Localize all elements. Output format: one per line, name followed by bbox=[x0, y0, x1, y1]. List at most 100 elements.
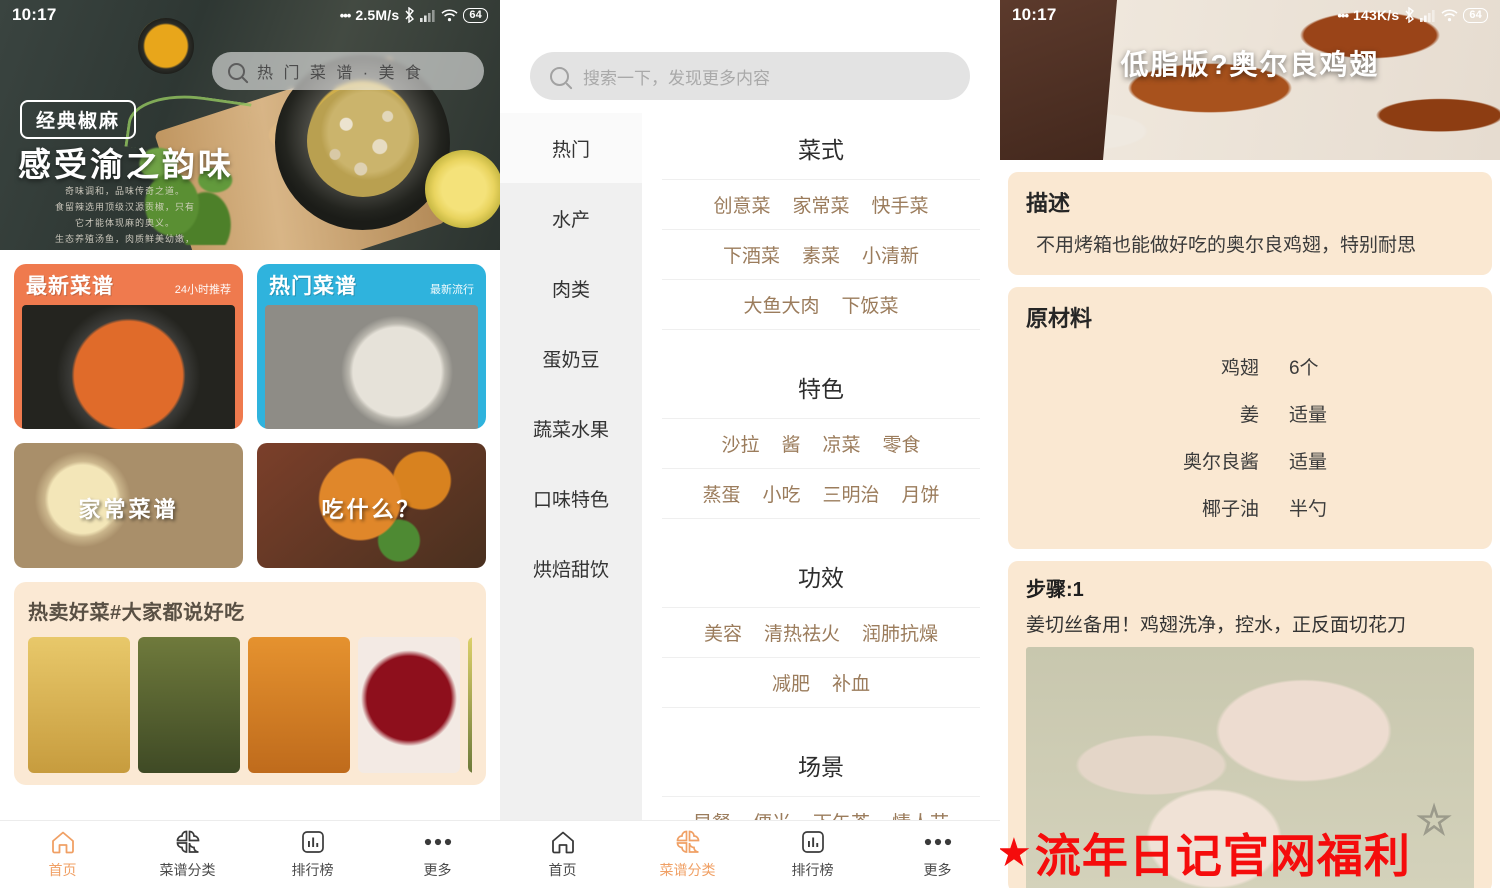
star-outline-icon: ☆ bbox=[1415, 798, 1452, 844]
sidebar-item-flavor[interactable]: 口味特色 bbox=[500, 463, 642, 533]
status-indicators: ••• 2.5M/s 64 bbox=[340, 7, 488, 23]
tag[interactable]: 下酒菜 bbox=[723, 241, 780, 268]
sidebar-item-label: 热门 bbox=[551, 139, 590, 161]
tag[interactable]: 润肺抗燥 bbox=[862, 619, 938, 646]
tag[interactable]: 清热祛火 bbox=[764, 619, 840, 646]
hero-lemon bbox=[425, 150, 500, 228]
tag[interactable]: 便当 bbox=[753, 808, 791, 820]
card-subtitle: 24小时推荐 bbox=[174, 284, 231, 296]
tag[interactable]: 小吃 bbox=[762, 480, 800, 507]
tab-ranking[interactable]: 排行榜 bbox=[250, 829, 375, 880]
sidebar-item-hot[interactable]: 热门 bbox=[500, 113, 642, 183]
tag-row: 美容 清热祛火 润肺抗燥 bbox=[662, 607, 980, 657]
watermark: ★ 流年日记官网福利 bbox=[1000, 820, 1411, 886]
tag-row: 大鱼大肉 下饭菜 bbox=[662, 279, 980, 330]
tag[interactable]: 情人节 bbox=[892, 808, 949, 820]
bluetooth-icon bbox=[1404, 7, 1415, 23]
card-latest-recipes[interactable]: 最新菜谱 24小时推荐 bbox=[14, 264, 243, 429]
tag[interactable]: 蒸蛋 bbox=[702, 480, 740, 507]
group-scene: 场景 早餐 便当 下午茶 情人节 深夜食堂 多汁菜 年夜饭 bbox=[662, 730, 980, 820]
network-speed: 2.5M/s bbox=[355, 7, 400, 23]
tag[interactable]: 零食 bbox=[883, 430, 921, 457]
tag[interactable]: 美容 bbox=[704, 619, 742, 646]
tab-more[interactable]: 更多 bbox=[375, 829, 500, 880]
tab-label: 菜谱分类 bbox=[159, 862, 216, 878]
more-dots-icon bbox=[423, 829, 453, 855]
card-image bbox=[22, 305, 235, 429]
tab-label: 首页 bbox=[548, 862, 577, 878]
hot-dish-thumb[interactable] bbox=[138, 637, 240, 773]
status-time: 10:17 bbox=[1012, 5, 1057, 24]
hot-dish-thumb[interactable] bbox=[248, 637, 350, 773]
tab-recipe-categories[interactable]: 菜谱分类 bbox=[125, 829, 250, 880]
tag-row: 蒸蛋 小吃 三明治 月饼 bbox=[662, 468, 980, 519]
sidebar-item-baking-drinks[interactable]: 烘焙甜饮 bbox=[500, 533, 642, 603]
card-home-cooking[interactable]: 家常菜谱 bbox=[14, 443, 243, 568]
tag[interactable]: 凉菜 bbox=[823, 430, 861, 457]
tab-label: 排行榜 bbox=[791, 862, 834, 878]
wifi-icon bbox=[1441, 8, 1458, 22]
hot-dishes-section: 热卖好菜#大家都说好吃 bbox=[14, 582, 486, 785]
tag-row: 创意菜 家常菜 快手菜 bbox=[662, 179, 980, 229]
star-icon: ★ bbox=[1000, 831, 1033, 875]
tab-label: 菜谱分类 bbox=[659, 862, 716, 878]
category-sidebar: 热门 水产 肉类 蛋奶豆 蔬菜水果 口味特色 烘焙甜饮 bbox=[500, 113, 642, 820]
tag[interactable]: 补血 bbox=[832, 669, 870, 696]
sidebar-item-seafood[interactable]: 水产 bbox=[500, 183, 642, 253]
network-speed: 143K/s bbox=[1353, 7, 1400, 23]
card-what-to-eat[interactable]: 吃什么？ bbox=[257, 443, 486, 568]
sidebar-item-vegetables-fruit[interactable]: 蔬菜水果 bbox=[500, 393, 642, 463]
tag[interactable]: 酱 bbox=[781, 430, 800, 457]
category-tag-panel: 菜式 创意菜 家常菜 快手菜 下酒菜 素菜 小清新 大鱼大肉 下饭菜 特色 沙拉… bbox=[642, 113, 1000, 820]
panel-categories: 搜索一下，发现更多内容 热门 水产 肉类 蛋奶豆 蔬菜水果 口味特色 烘焙甜饮 bbox=[500, 0, 1000, 888]
tag[interactable]: 月饼 bbox=[902, 480, 940, 507]
ingredients-card: 原材料 鸡翅 6个 姜 适量 奥尔良酱 适量 椰子油 半勺 bbox=[1008, 287, 1492, 549]
ingredient-name: 鸡翅 bbox=[1220, 358, 1259, 379]
chart-icon bbox=[801, 829, 825, 855]
tag[interactable]: 快手菜 bbox=[872, 191, 929, 218]
hot-dish-thumb[interactable] bbox=[358, 637, 460, 773]
hot-dish-thumb[interactable] bbox=[28, 637, 130, 773]
group-title: 场景 bbox=[798, 754, 844, 780]
tag[interactable]: 小清新 bbox=[862, 241, 919, 268]
tab-recipe-categories[interactable]: 菜谱分类 bbox=[625, 829, 750, 880]
tag[interactable]: 家常菜 bbox=[792, 191, 849, 218]
tag[interactable]: 沙拉 bbox=[721, 430, 759, 457]
sidebar-item-label: 烘焙甜饮 bbox=[532, 559, 609, 581]
tab-ranking[interactable]: 排行榜 bbox=[750, 829, 875, 880]
hot-dishes-strip[interactable] bbox=[28, 637, 472, 773]
tab-label: 排行榜 bbox=[291, 862, 334, 878]
tag[interactable]: 三明治 bbox=[823, 480, 880, 507]
bluetooth-icon bbox=[404, 7, 415, 23]
card-header: 最新菜谱 24小时推荐 bbox=[14, 264, 243, 305]
card-hot-recipes[interactable]: 热门菜谱 最新流行 bbox=[257, 264, 486, 429]
tag[interactable]: 下午茶 bbox=[813, 808, 870, 820]
sidebar-item-egg-dairy-bean[interactable]: 蛋奶豆 bbox=[500, 323, 642, 393]
status-dots: ••• bbox=[339, 7, 352, 23]
panel-recipe-detail: 10:17 ••• 143K/s 64 低脂版?奥尔良鸡翅 描述 不用烤箱也能做… bbox=[1000, 0, 1500, 888]
tag[interactable]: 减肥 bbox=[772, 669, 810, 696]
tag[interactable]: 下饭菜 bbox=[842, 291, 899, 318]
tab-home[interactable]: 首页 bbox=[0, 829, 125, 880]
card-title: 最新菜谱 bbox=[26, 275, 114, 298]
ingredients-heading: 原材料 bbox=[1026, 306, 1093, 331]
tag-row: 早餐 便当 下午茶 情人节 bbox=[662, 796, 980, 820]
tag[interactable]: 素菜 bbox=[802, 241, 840, 268]
chart-icon bbox=[301, 829, 325, 855]
tag[interactable]: 大鱼大肉 bbox=[743, 291, 819, 318]
description-heading: 描述 bbox=[1026, 191, 1071, 216]
sidebar-item-meat[interactable]: 肉类 bbox=[500, 253, 642, 323]
watermark-text: 流年日记官网福利 bbox=[1034, 830, 1411, 882]
ingredient-amount: 适量 bbox=[1288, 405, 1327, 426]
search-input[interactable]: 搜索一下，发现更多内容 bbox=[530, 52, 970, 100]
wifi-icon bbox=[441, 8, 458, 22]
tag[interactable]: 早餐 bbox=[693, 808, 731, 820]
tag[interactable]: 创意菜 bbox=[713, 191, 770, 218]
grid-icon bbox=[675, 829, 701, 855]
tab-more[interactable]: 更多 bbox=[875, 829, 1000, 880]
categories-body: 热门 水产 肉类 蛋奶豆 蔬菜水果 口味特色 烘焙甜饮 菜式 创意菜 家常菜 快… bbox=[500, 113, 1000, 820]
sidebar-item-label: 口味特色 bbox=[532, 489, 609, 511]
hot-dish-thumb[interactable] bbox=[468, 637, 472, 773]
tab-home[interactable]: 首页 bbox=[500, 829, 625, 880]
search-bar[interactable]: 热 门 菜 谱 · 美 食 bbox=[212, 52, 484, 90]
